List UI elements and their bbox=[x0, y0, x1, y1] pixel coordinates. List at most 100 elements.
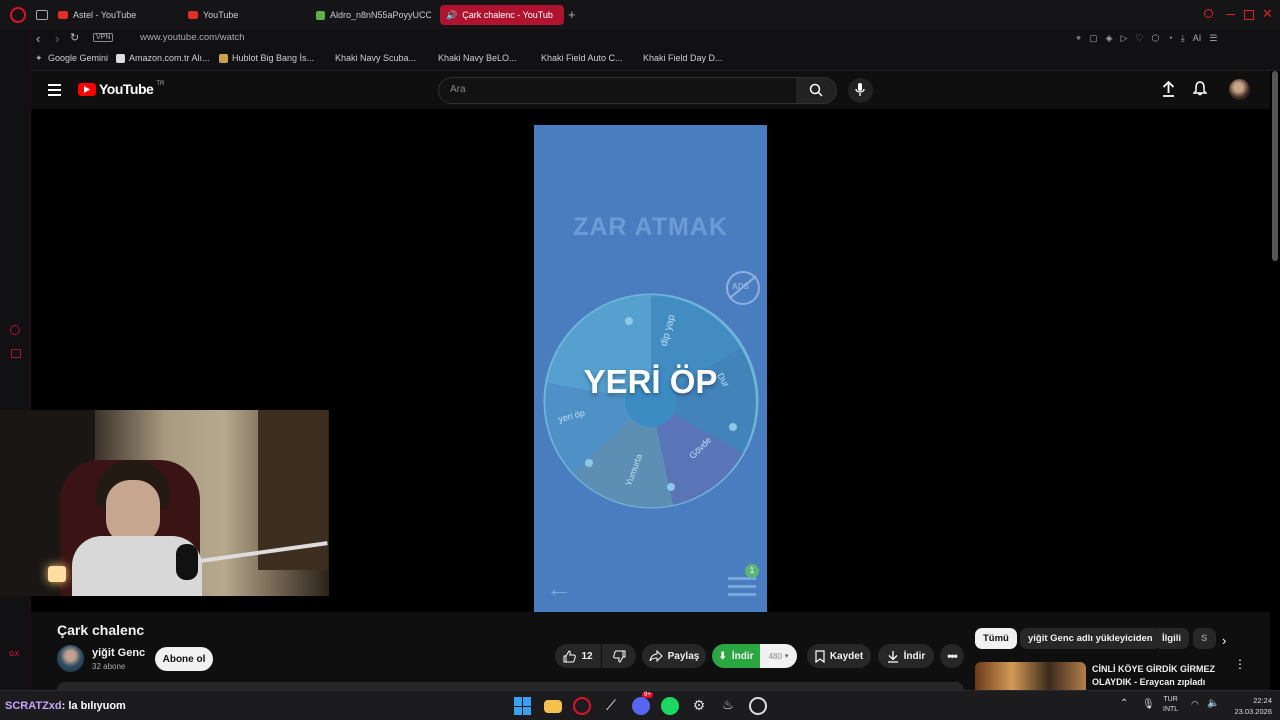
url-field[interactable]: www.youtube.com/watch bbox=[140, 32, 245, 43]
youtube-logo[interactable]: YouTube TR bbox=[78, 81, 164, 97]
clock[interactable]: 22:24 23.03.2026 bbox=[1222, 695, 1272, 717]
download-button[interactable]: İndir bbox=[878, 644, 934, 668]
avatar[interactable] bbox=[1229, 79, 1250, 100]
aria-ai-icon[interactable]: AI bbox=[1193, 33, 1202, 44]
video-frame[interactable]: ZAR ATMAK ADS dip yap yeri öp Yumurta Gö… bbox=[534, 125, 767, 612]
heart-icon[interactable]: ♡ bbox=[1135, 33, 1143, 44]
bookmark-item[interactable]: Hublot Big Bang İs... bbox=[219, 53, 314, 63]
reload-icon[interactable]: ↻ bbox=[70, 31, 79, 44]
chip-related[interactable]: İlgili bbox=[1154, 628, 1189, 649]
youtube-favicon-icon bbox=[188, 11, 198, 19]
share-button[interactable]: Paylaş bbox=[642, 644, 706, 668]
chip-more[interactable]: S bbox=[1193, 628, 1216, 649]
obs-icon[interactable] bbox=[749, 697, 767, 715]
spin-result-text: YERİ ÖP bbox=[583, 363, 718, 400]
back-icon[interactable]: ‹ bbox=[36, 31, 40, 46]
voice-search-button[interactable] bbox=[848, 78, 873, 103]
frame-title: ZAR ATMAK bbox=[573, 213, 728, 241]
download-icon bbox=[887, 650, 898, 663]
discord-badge: 9+ bbox=[642, 692, 653, 698]
tab-youtube[interactable]: YouTube bbox=[188, 5, 308, 25]
tray-microphone-icon[interactable]: 🎙 bbox=[1142, 699, 1155, 710]
stocks-app-icon[interactable]: ⟋ bbox=[602, 697, 620, 715]
bookmark-item[interactable]: Khaki Field Day D... bbox=[643, 53, 723, 63]
subscribe-button[interactable]: Abone ol bbox=[155, 647, 213, 671]
chip-uploader[interactable]: yiğit Genc adlı yükleyiciden bbox=[1020, 628, 1161, 649]
search-tabs-icon[interactable] bbox=[1204, 9, 1213, 18]
quality-select[interactable]: 480 ▾ bbox=[760, 644, 797, 668]
tab-cark-chalenc[interactable]: 🔊 Çark chalenc - YouTub bbox=[440, 5, 564, 25]
search-button[interactable] bbox=[796, 77, 837, 104]
windows-start-icon[interactable] bbox=[514, 697, 532, 715]
forward-icon[interactable]: › bbox=[55, 31, 59, 46]
channel-name[interactable]: yiğit Genc bbox=[92, 647, 145, 659]
pin-icon[interactable]: ⌖ bbox=[1076, 33, 1081, 44]
upload-icon[interactable] bbox=[1162, 81, 1175, 97]
stream-chat-line: SCRATZxd: la bılıyuom bbox=[5, 700, 126, 712]
close-icon[interactable]: ✕ bbox=[1262, 6, 1273, 22]
opera-gx-icon[interactable] bbox=[573, 697, 591, 715]
description-box[interactable] bbox=[57, 682, 964, 690]
download-icon[interactable]: ⤓ bbox=[1181, 33, 1185, 44]
recommendation-title-line: CİNLİ KÖYE GİRDİK GİRMEZ bbox=[1092, 664, 1216, 674]
like-button[interactable]: 12 bbox=[555, 644, 601, 668]
profile-icon[interactable]: ◔ bbox=[1167, 33, 1172, 44]
menu-icon[interactable]: ☰ bbox=[1209, 33, 1217, 44]
bookmark-label: Amazon.com.tr Alı... bbox=[129, 53, 210, 63]
bookmark-item[interactable]: Khaki Navy BeLO... bbox=[438, 53, 517, 63]
channel-avatar[interactable] bbox=[57, 645, 84, 672]
download-arrow-icon: ⬇ bbox=[718, 650, 727, 662]
extensions-icon[interactable] bbox=[11, 349, 21, 358]
snapshot-icon[interactable]: ▢ bbox=[1089, 33, 1098, 44]
minimize-icon[interactable] bbox=[1226, 14, 1235, 15]
dislike-button[interactable] bbox=[602, 644, 636, 668]
tab-aldro[interactable]: Aldro_n8nN55aPoyyUCOT bbox=[316, 5, 431, 25]
opera-logo-icon[interactable] bbox=[10, 7, 26, 23]
discord-icon[interactable]: 9+ bbox=[632, 692, 653, 715]
history-icon[interactable] bbox=[10, 325, 20, 335]
download-extension-button[interactable]: ⬇ İndir bbox=[712, 644, 760, 668]
bookmark-item[interactable]: Khaki Navy Scuba... bbox=[335, 53, 416, 63]
bookmark-item[interactable]: Amazon.com.tr Alı... bbox=[116, 53, 210, 63]
tray-chevron-up-icon[interactable]: ⌃ bbox=[1120, 698, 1128, 709]
browser-tab-bar: Astel - YouTube YouTube Aldro_n8nN55aPoy… bbox=[0, 0, 1280, 30]
tab-astel[interactable]: Astel - YouTube bbox=[58, 5, 178, 25]
steam-icon[interactable]: ♨ bbox=[719, 697, 737, 715]
tab-switcher-icon[interactable] bbox=[36, 10, 48, 20]
spotify-icon[interactable] bbox=[661, 697, 679, 715]
clock-date: 23.03.2026 bbox=[1234, 707, 1272, 716]
notifications-bell-icon[interactable] bbox=[1193, 81, 1207, 97]
file-explorer-icon[interactable] bbox=[544, 700, 562, 713]
spin-wheel bbox=[543, 293, 759, 509]
amazon-icon bbox=[116, 53, 125, 63]
bookmark-item[interactable]: ✦ Google Gemini bbox=[35, 53, 108, 63]
save-label: Kaydet bbox=[829, 650, 864, 662]
bookmarks-bar: ✦ Google Gemini Amazon.com.tr Alı... Hubl… bbox=[0, 49, 1280, 71]
volume-icon[interactable]: 🔈 bbox=[1207, 698, 1219, 709]
save-button[interactable]: Kaydet bbox=[807, 644, 871, 668]
chips-next-chevron-icon[interactable]: › bbox=[1222, 633, 1226, 648]
gx-icon[interactable]: GX bbox=[9, 651, 19, 658]
language-indicator[interactable]: TUR INTL bbox=[1163, 695, 1178, 715]
recommendation-title[interactable]: CİNLİ KÖYE GİRDİK GİRMEZ OLAYDIK - Erayc… bbox=[1092, 663, 1215, 689]
play-icon[interactable]: ▷ bbox=[1121, 33, 1128, 44]
wifi-icon[interactable]: ◠ bbox=[1191, 699, 1199, 710]
bookmark-item[interactable]: Khaki Field Auto C... bbox=[541, 53, 623, 63]
cube-icon[interactable]: ⬡ bbox=[1152, 33, 1160, 44]
hamburger-menu-icon[interactable] bbox=[48, 84, 61, 96]
search-input[interactable]: Ara bbox=[438, 77, 798, 104]
recommendation-thumbnail[interactable] bbox=[975, 662, 1086, 690]
bookmark-icon bbox=[815, 649, 825, 663]
page-scrollbar[interactable] bbox=[1272, 71, 1278, 261]
shield-icon[interactable]: ◈ bbox=[1106, 33, 1113, 44]
settings-gear-icon[interactable]: ⚙ bbox=[690, 697, 708, 715]
recommendation-menu-icon[interactable]: ⋮ bbox=[1234, 658, 1246, 670]
clock-time: 22:24 bbox=[1253, 696, 1272, 705]
more-horizontal-icon: ••• bbox=[947, 649, 958, 663]
vpn-badge[interactable]: VPN bbox=[93, 33, 114, 42]
chip-all[interactable]: Tümü bbox=[975, 628, 1017, 649]
more-actions-button[interactable]: ••• bbox=[940, 644, 964, 668]
new-tab-button[interactable]: + bbox=[568, 7, 576, 22]
maximize-icon[interactable] bbox=[1244, 10, 1254, 20]
list-menu-icon bbox=[728, 577, 756, 596]
